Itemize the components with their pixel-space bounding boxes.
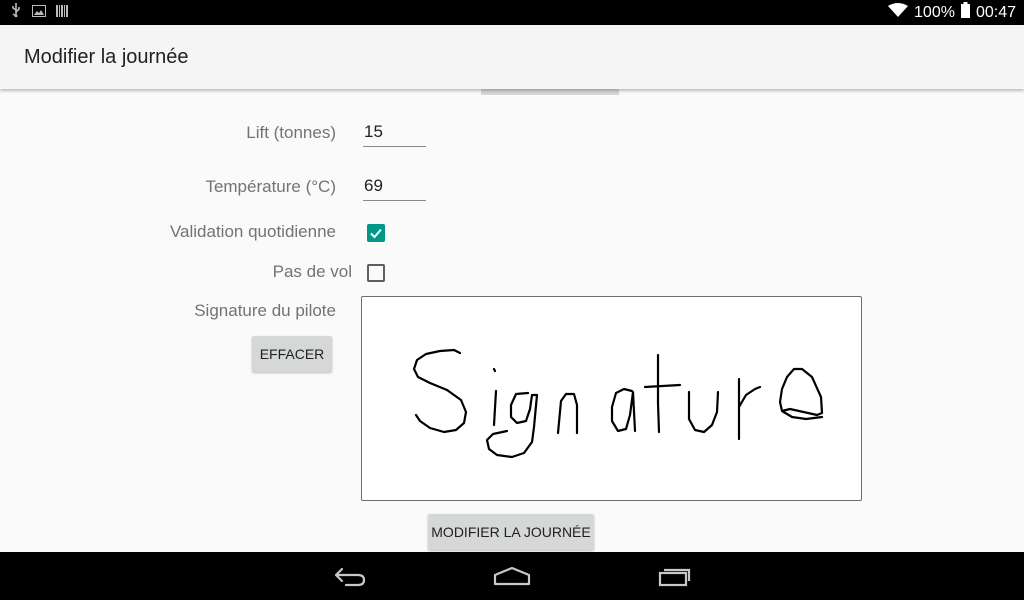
wifi-icon bbox=[888, 3, 909, 22]
battery-percent: 100% bbox=[914, 3, 955, 21]
temperature-label: Température (°C) bbox=[205, 177, 336, 196]
usb-icon bbox=[10, 3, 22, 22]
temperature-input[interactable]: 69 bbox=[363, 175, 426, 201]
form-content[interactable]: Lift (tonnes) 15 Température (°C) 69 Val… bbox=[0, 89, 1024, 552]
screen: 100% 00:47 Modifier la journée Lift (ton… bbox=[0, 0, 1024, 600]
action-bar: Modifier la journée bbox=[0, 25, 1024, 89]
modifier-journee-button[interactable]: MODIFIER LA JOURNÉE bbox=[428, 514, 594, 550]
validation-label: Validation quotidienne bbox=[169, 222, 336, 241]
status-bar: 100% 00:47 bbox=[0, 0, 1024, 25]
page-title: Modifier la journée bbox=[24, 46, 189, 68]
signature-pad[interactable] bbox=[361, 296, 862, 501]
checkmark-icon bbox=[370, 228, 382, 239]
signature-drawing bbox=[412, 348, 824, 459]
pas-de-vol-label: Pas de vol bbox=[272, 262, 352, 281]
battery-icon bbox=[960, 2, 970, 23]
lift-label: Lift (tonnes) bbox=[246, 123, 336, 142]
barcode-icon bbox=[56, 4, 68, 22]
lift-input[interactable]: 15 bbox=[363, 121, 426, 147]
clock: 00:47 bbox=[975, 3, 1016, 21]
home-icon[interactable] bbox=[482, 560, 542, 592]
image-icon bbox=[32, 4, 46, 22]
recents-icon[interactable] bbox=[644, 560, 704, 592]
effacer-button[interactable]: EFFACER bbox=[252, 336, 332, 372]
validation-checkbox[interactable] bbox=[367, 224, 385, 242]
back-icon[interactable] bbox=[320, 560, 380, 592]
pas-de-vol-checkbox[interactable] bbox=[367, 264, 385, 282]
signature-label: Signature du pilote bbox=[194, 301, 336, 320]
previous-field-stub bbox=[481, 89, 619, 95]
nav-bar bbox=[0, 552, 1024, 600]
